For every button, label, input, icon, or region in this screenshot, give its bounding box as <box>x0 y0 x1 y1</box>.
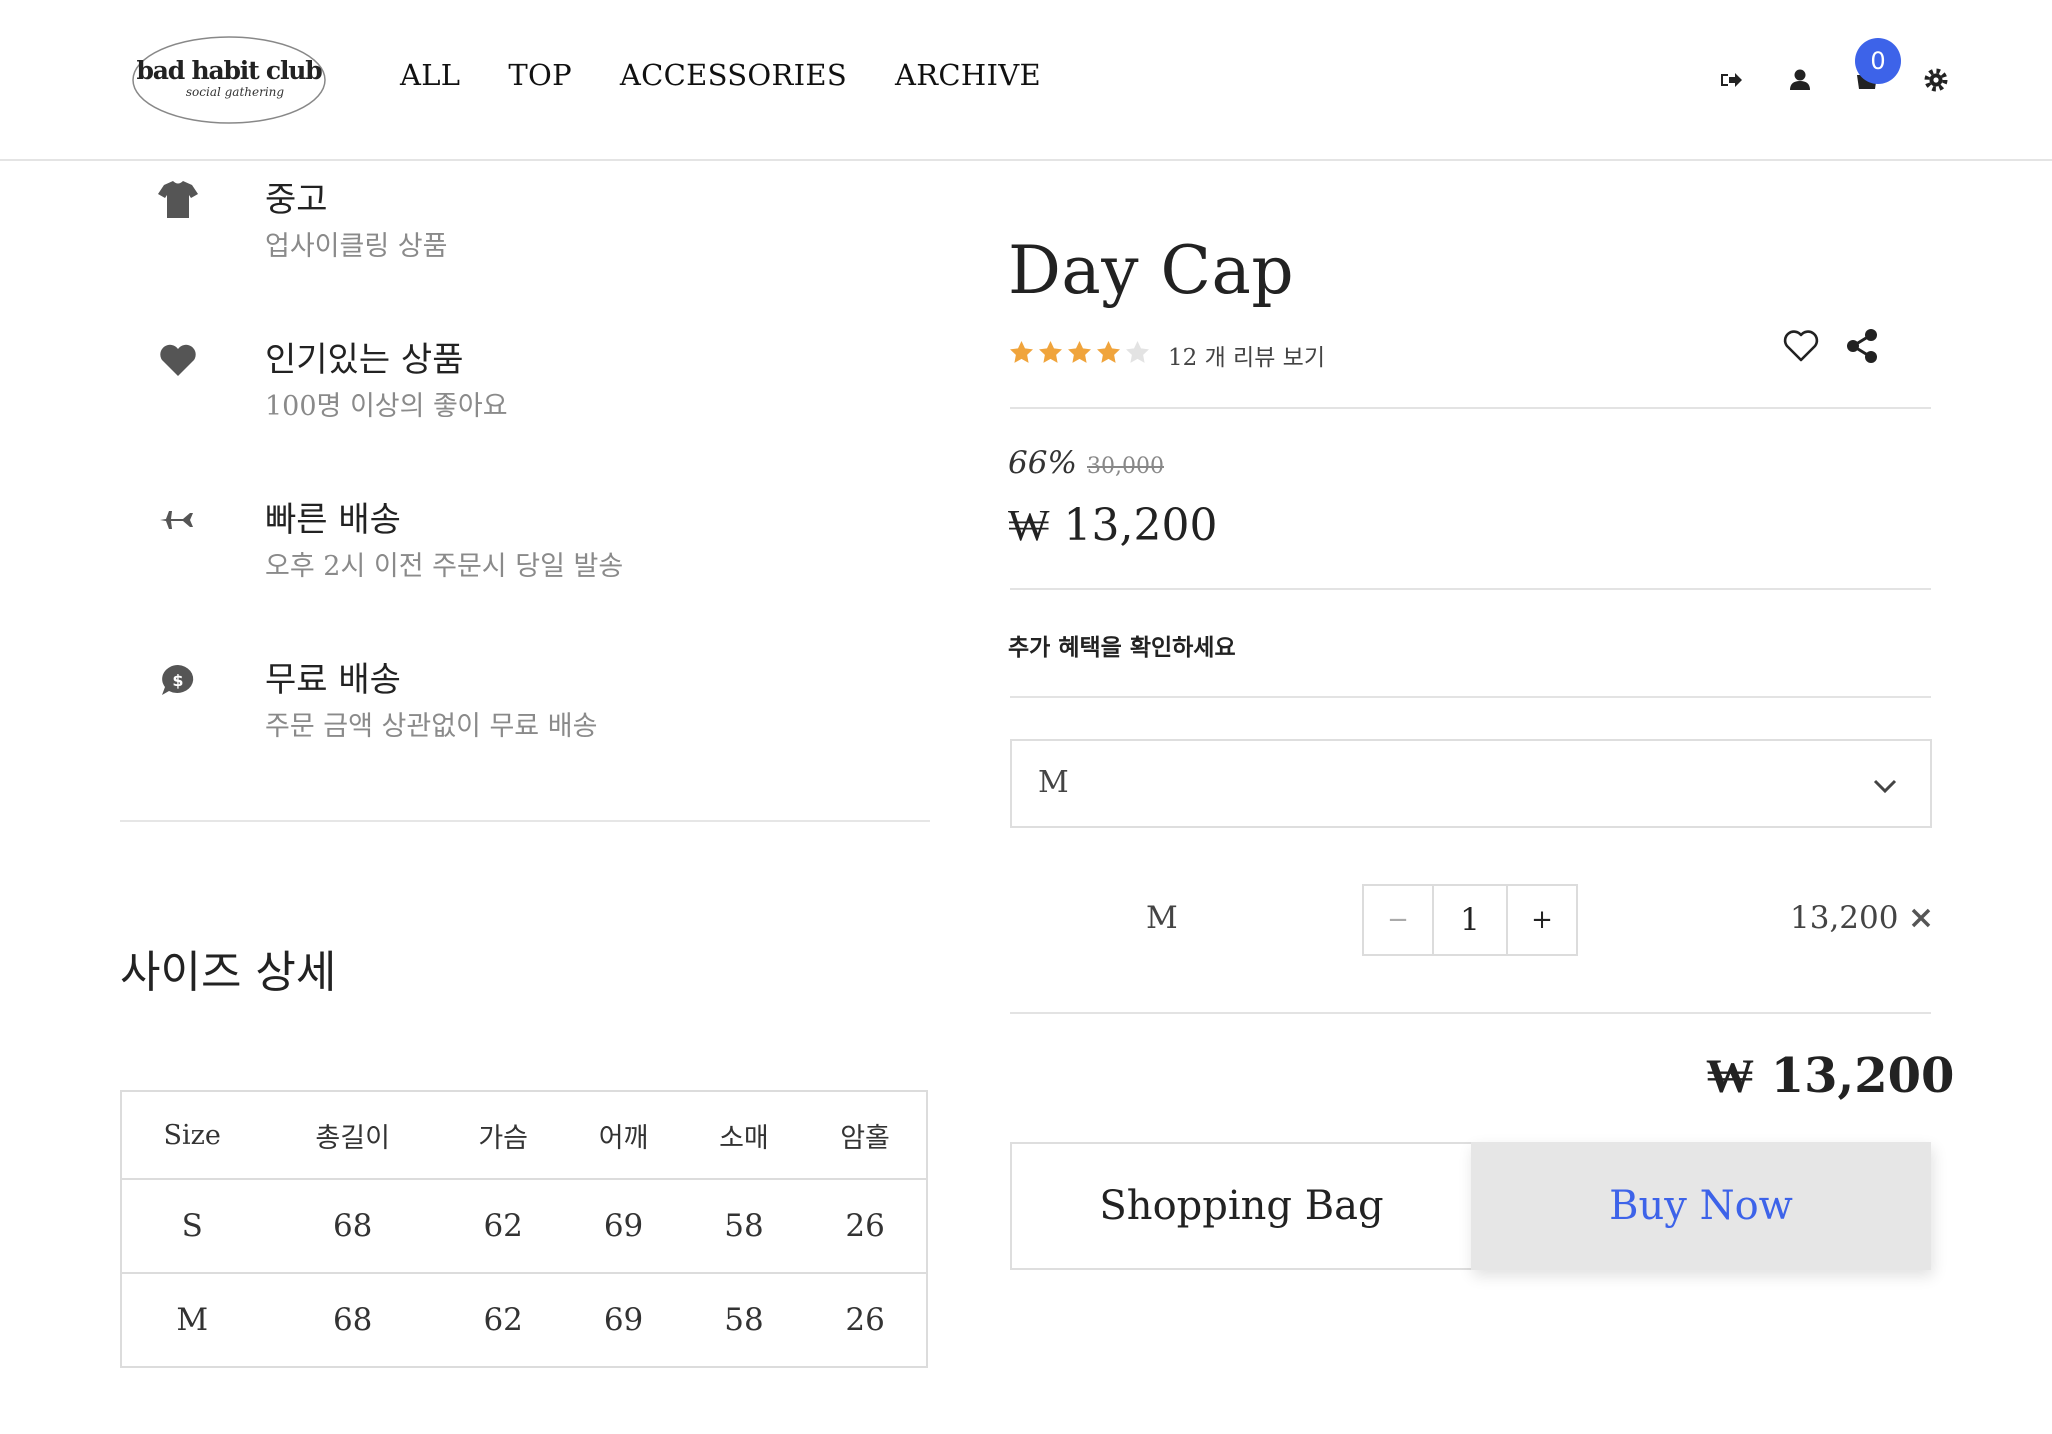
nav-archive[interactable]: ARCHIVE <box>895 58 1041 92</box>
nav-all[interactable]: ALL <box>400 58 460 92</box>
divider <box>120 820 930 822</box>
logo[interactable]: bad habit club social gathering <box>131 35 328 125</box>
table-cell: 58 <box>724 1302 764 1338</box>
table-row: S 68 62 69 58 26 <box>121 1179 927 1274</box>
size-section-title: 사이즈 상세 <box>120 947 337 998</box>
table-header-cell: Size <box>121 1091 263 1180</box>
rating-stars <box>1008 339 1151 366</box>
feature-desc: 주문 금액 상관없이 무료 배송 <box>265 711 598 742</box>
quantity-value[interactable]: 1 <box>1434 886 1508 954</box>
svg-text:$: $ <box>172 671 183 690</box>
table-cell: 62 <box>483 1302 523 1338</box>
sale-price: ₩ 13,200 <box>1008 500 1218 551</box>
plane-icon <box>160 511 197 529</box>
chevron-down-icon <box>1873 779 1897 794</box>
discount-rate: 66% <box>1008 445 1077 481</box>
star-icon <box>1068 341 1091 363</box>
feature-desc: 오후 2시 이전 주문시 당일 발송 <box>265 551 624 582</box>
table-row: M 68 62 69 58 26 <box>121 1273 927 1367</box>
table-header-cell: 총길이 <box>262 1091 443 1180</box>
feature-title: 인기있는 상품 <box>265 340 464 380</box>
nav-accessories[interactable]: ACCESSORIES <box>620 58 847 92</box>
dollar-chat-icon: $ <box>162 665 194 695</box>
product-title: Day Cap <box>1008 232 1295 309</box>
site-header: bad habit club social gathering ALL TOP … <box>0 0 2052 161</box>
option-select[interactable]: M <box>1010 739 1932 828</box>
shopping-bag-button[interactable]: Shopping Bag <box>1010 1142 1471 1270</box>
divider <box>1010 1012 1931 1014</box>
star-icon <box>1126 341 1149 363</box>
cart-count-badge: 0 <box>1855 38 1901 84</box>
table-cell: 69 <box>603 1302 644 1338</box>
table-cell: 68 <box>332 1302 373 1338</box>
star-icon <box>1010 341 1033 363</box>
star-icon <box>1039 341 1062 363</box>
logo-text: bad habit club <box>136 56 322 85</box>
line-item-option: M <box>1146 900 1178 936</box>
quantity-decrease-button[interactable]: − <box>1364 886 1434 954</box>
nav-top[interactable]: TOP <box>508 58 572 92</box>
table-cell: 68 <box>262 1179 443 1274</box>
table-header-cell: 가슴 <box>442 1091 564 1180</box>
benefit-link[interactable]: 추가 혜택을 확인하세요 <box>1008 628 1236 662</box>
review-link[interactable]: 12 개 리뷰 보기 <box>1168 338 1325 372</box>
feature-desc: 업사이클링 상품 <box>265 231 448 262</box>
table-cell: S <box>121 1179 263 1274</box>
quantity-stepper: − 1 + <box>1362 884 1578 956</box>
user-icon[interactable] <box>1786 66 1814 94</box>
feature-desc: 100명 이상의 좋아요 <box>265 391 508 422</box>
close-icon[interactable] <box>1908 905 1934 931</box>
feature-title: 빠른 배송 <box>265 500 401 540</box>
logout-icon[interactable] <box>1717 66 1745 94</box>
option-select-value: M <box>1038 765 1069 800</box>
wishlist-heart-icon[interactable] <box>1781 328 1821 364</box>
total-price: ₩ 13,200 <box>1706 1048 1955 1104</box>
divider <box>1010 696 1931 698</box>
quantity-increase-button[interactable]: + <box>1508 886 1576 954</box>
table-header-cell: 암홀 <box>804 1091 927 1180</box>
share-icon[interactable] <box>1844 327 1880 365</box>
table-cell: 69 <box>563 1179 684 1274</box>
divider <box>1010 588 1931 590</box>
tshirt-icon <box>158 181 198 218</box>
table-header-cell: 어깨 <box>563 1091 684 1180</box>
gear-icon[interactable] <box>1922 66 1950 94</box>
table-header-row: Size 총길이 가슴 어깨 소매 암홀 <box>121 1091 927 1180</box>
feature-title: 중고 <box>265 180 328 220</box>
buy-now-button[interactable]: Buy Now <box>1471 1142 1931 1270</box>
table-header-cell: 소매 <box>683 1091 805 1180</box>
table-cell: 26 <box>804 1179 927 1274</box>
original-price: 30,000 <box>1087 454 1164 479</box>
table-cell: 62 <box>442 1179 564 1274</box>
table-cell: 26 <box>845 1302 885 1338</box>
heart-icon <box>160 344 196 376</box>
logo-subtext: social gathering <box>186 85 285 99</box>
table-cell: M <box>176 1302 209 1338</box>
main-nav: ALL TOP ACCESSORIES ARCHIVE <box>400 58 1041 92</box>
size-table: Size 총길이 가슴 어깨 소매 암홀 S 68 62 69 58 26 M … <box>120 1090 928 1368</box>
table-cell: 58 <box>683 1179 805 1274</box>
feature-title: 무료 배송 <box>265 660 401 700</box>
divider <box>1010 407 1931 409</box>
star-icon <box>1097 341 1120 363</box>
line-item-price: 13,200 <box>1790 900 1899 936</box>
